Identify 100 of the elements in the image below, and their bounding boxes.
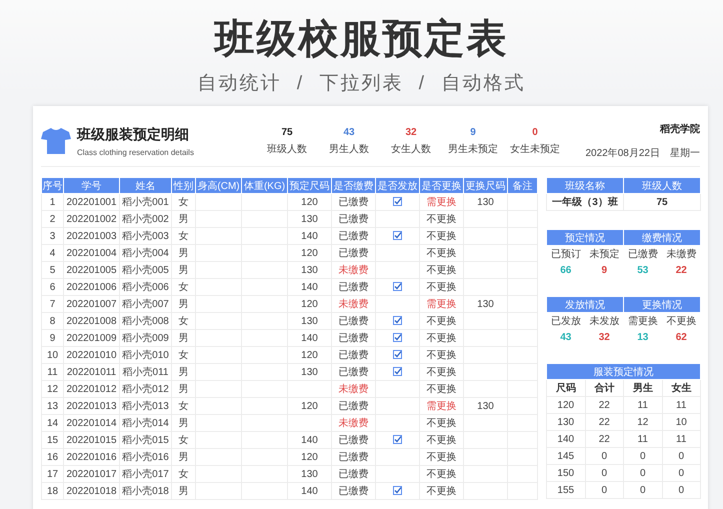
table-cell: 稻小壳016 xyxy=(120,448,172,466)
table-cell: 稻小壳007 xyxy=(120,296,172,312)
stat-label: 女生未预定 xyxy=(510,142,560,156)
table-cell: 已缴费 xyxy=(332,330,376,346)
table-cell-text: 9 xyxy=(600,264,608,278)
table-cell: 稻小壳014 xyxy=(120,414,172,432)
table-cell: 150 xyxy=(546,464,585,482)
column-header: 班级名称 xyxy=(546,178,624,194)
weekday-text: 星期一 xyxy=(670,146,700,160)
table-cell: 120 xyxy=(288,398,332,414)
table-cell-text: 66 xyxy=(559,264,572,278)
table-cell: 已缴费 xyxy=(332,346,376,364)
table-cell xyxy=(196,194,242,210)
table-cell: 不更换 xyxy=(420,278,464,296)
table-cell: 16 xyxy=(42,448,64,466)
table-cell: 15 xyxy=(42,432,64,448)
table-cell: 未缴费 xyxy=(332,380,376,398)
table-cell: 男 xyxy=(172,330,196,346)
table-cell: 男 xyxy=(172,244,196,262)
table-cell: 120 xyxy=(546,396,585,414)
table-cell: 已缴费 xyxy=(332,194,376,210)
stat-label: 班级人数 xyxy=(267,142,307,156)
table-cell: 已缴费 xyxy=(332,210,376,228)
table-cell: 202201005 xyxy=(64,262,120,278)
table-cell: 稻小壳013 xyxy=(120,398,172,414)
date-text: 2022年08月22日 xyxy=(586,147,660,160)
table-cell: 已缴费 xyxy=(332,228,376,244)
table-cell: 不更换 xyxy=(420,262,464,278)
checkbox-icon xyxy=(393,231,402,240)
table-cell: 不更换 xyxy=(420,210,464,228)
table-cell: 140 xyxy=(288,228,332,244)
table-cell: 0 xyxy=(624,464,662,482)
sheet-title: 班级服装预定明细 xyxy=(77,126,190,144)
table-cell: 未缴费 xyxy=(332,262,376,278)
column-header: 缴费情况 xyxy=(624,230,700,246)
column-header: 性别 xyxy=(172,178,196,194)
table-cell: 13 xyxy=(42,398,64,414)
table-cell-text: 已预订 xyxy=(550,248,582,262)
table-cell-text: 22 xyxy=(674,264,688,278)
table-cell: 17 xyxy=(42,466,64,482)
table-cell: 已缴费 xyxy=(332,312,376,330)
table-cell: 155 xyxy=(546,482,585,498)
table-cell: 11 xyxy=(662,430,700,448)
table-cell: 稻小壳009 xyxy=(120,330,172,346)
page-title: 班级校服预定表 xyxy=(214,16,508,63)
table-cell: 男 xyxy=(172,482,196,500)
table-cell: 男 xyxy=(172,414,196,432)
table-cell: 9 xyxy=(42,330,64,346)
table-cell: 男 xyxy=(172,210,196,228)
table-cell-text: 13 xyxy=(636,330,650,344)
table-cell-text: 需更换 xyxy=(626,315,659,329)
table-cell: 22 xyxy=(585,414,624,430)
table-cell: 未缴费 xyxy=(332,296,376,312)
table-cell: 130 xyxy=(464,296,508,312)
table-cell: 男 xyxy=(172,364,196,380)
column-header: 更换尺码 xyxy=(464,178,508,194)
table-cell: 已缴费 xyxy=(332,278,376,296)
table-cell: 稻小壳015 xyxy=(120,432,172,448)
table-cell: 0 xyxy=(662,464,700,482)
table-cell: 女 xyxy=(172,346,196,364)
table-cell: 稻小壳001 xyxy=(120,194,172,210)
table-cell: 11 xyxy=(662,396,700,414)
table-cell: 女 xyxy=(172,466,196,482)
table-cell: 130 xyxy=(288,466,332,482)
table-cell-text: 未缴费 xyxy=(665,248,698,262)
checkbox-icon xyxy=(393,333,402,342)
table-cell: 130 xyxy=(464,194,508,210)
stat-value: 75 xyxy=(281,126,293,138)
table-cell: 120 xyxy=(288,346,332,364)
column-header: 体重(KG) xyxy=(242,178,288,194)
table-cell: 202201006 xyxy=(64,278,120,296)
column-header: 是否发放 xyxy=(376,178,420,194)
table-cell: 0 xyxy=(624,482,662,498)
table-cell: 不更换 xyxy=(420,228,464,244)
table-cell: 已缴费 xyxy=(332,432,376,448)
table-cell: 18 xyxy=(42,482,64,500)
table-cell: 男 xyxy=(172,380,196,398)
table-cell: 稻小壳006 xyxy=(120,278,172,296)
table-cell-text: 未预定 xyxy=(588,248,620,262)
table-cell-text: 53 xyxy=(636,264,650,278)
shirt-icon xyxy=(41,127,71,155)
table-cell: 11 xyxy=(624,430,662,448)
table-cell: 12 xyxy=(42,380,64,398)
table-cell: 男 xyxy=(172,448,196,466)
table-cell: 130 xyxy=(288,364,332,380)
table-cell: 202201001 xyxy=(64,194,120,210)
stat-value: 43 xyxy=(343,126,355,138)
column-header: 预定情况 xyxy=(546,230,624,246)
column-header: 备注 xyxy=(508,178,538,194)
table-cell: 130 xyxy=(288,262,332,278)
table-cell: 不更换 xyxy=(420,330,464,346)
table-cell: 不更换 xyxy=(420,346,464,364)
table-cell: 稻小壳008 xyxy=(120,312,172,330)
table-cell: 120 xyxy=(288,194,332,210)
table-cell: 14 xyxy=(42,414,64,432)
table-cell: 尺码 xyxy=(546,380,585,396)
table-cell: 120 xyxy=(288,448,332,466)
table-cell: 140 xyxy=(288,330,332,346)
table-cell-text: 62 xyxy=(674,330,688,344)
table-cell: 75 xyxy=(624,194,700,210)
